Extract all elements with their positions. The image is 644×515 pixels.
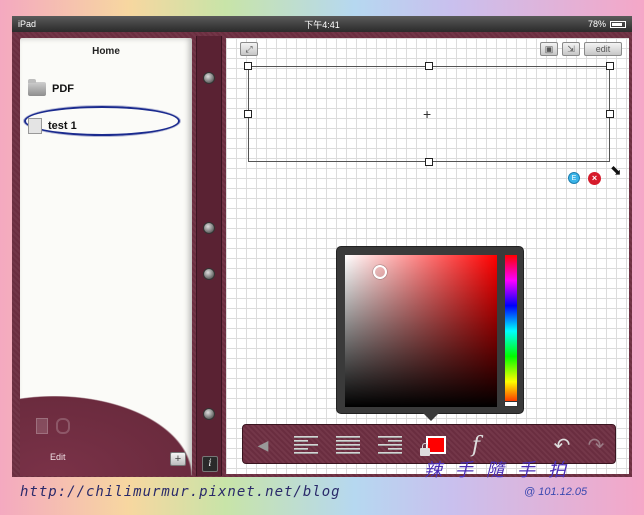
watermark-signature: 辣 手 隨 手 拍	[424, 460, 571, 480]
watermark-url: http://chilimurmur.pixnet.net/blog	[20, 484, 341, 500]
back-icon[interactable]: ◀	[253, 433, 273, 457]
delete-badge-icon[interactable]: ×	[588, 172, 601, 185]
back-arrow: ◀	[257, 436, 269, 453]
file-item-label: test 1	[48, 120, 77, 132]
color-picker-popover	[336, 246, 524, 421]
battery-status: 78%	[588, 19, 626, 29]
hue-slider-knob[interactable]	[504, 401, 518, 407]
bookmark-icon[interactable]	[36, 418, 48, 434]
status-bar: iPad 下午4:41 78%	[12, 16, 632, 32]
binder-ring-icon	[203, 222, 215, 234]
binder-ring-icon	[203, 268, 215, 280]
binder-spine: i	[196, 36, 222, 476]
info-button[interactable]: i	[202, 456, 218, 472]
align-right-icon[interactable]	[375, 433, 405, 457]
folder-icon	[28, 79, 46, 96]
page-title: Home	[92, 46, 120, 57]
clock: 下午4:41	[304, 19, 340, 30]
color-swatch	[420, 436, 446, 456]
bottom-leather-flap: Edit +	[20, 396, 192, 476]
add-file-button[interactable]: +	[170, 452, 186, 466]
saturation-value-area[interactable]	[345, 255, 497, 407]
file-item-test-1[interactable]: test 1	[28, 118, 77, 134]
undo-icon: ↶	[553, 434, 571, 457]
resize-handle[interactable]	[606, 110, 614, 118]
font-button[interactable]: f	[463, 432, 489, 458]
color-cursor[interactable]	[373, 265, 387, 279]
expand-icon[interactable]: ⤢	[240, 42, 258, 56]
align-left-icon[interactable]	[291, 433, 321, 457]
battery-icon	[610, 20, 626, 28]
crosshair-icon: +	[423, 106, 432, 122]
notebook-frame: Home PDF test 1 Edit + i ⤢ ▣ ⇲ edit + ⬊ …	[12, 32, 632, 477]
resize-handle[interactable]	[425, 62, 433, 70]
watermark-date: @ 101.12.05	[524, 486, 588, 498]
export-icon[interactable]: ⇲	[562, 42, 580, 56]
file-item-pdf[interactable]: PDF	[28, 79, 74, 96]
text-box-selection[interactable]: +	[244, 62, 614, 166]
file-browser-page: Home PDF test 1 Edit +	[20, 38, 192, 476]
paperclip-icon[interactable]	[56, 418, 70, 434]
device-name: iPad	[18, 19, 37, 29]
battery-percent: 78%	[587, 19, 606, 29]
resize-handle[interactable]	[244, 110, 252, 118]
resize-handle[interactable]	[244, 62, 252, 70]
image-icon[interactable]: ▣	[540, 42, 558, 56]
redo-icon: ↷	[587, 434, 605, 457]
hue-slider[interactable]	[504, 255, 518, 407]
lock-icon	[420, 443, 430, 456]
file-item-label: PDF	[52, 83, 74, 95]
resize-handle[interactable]	[606, 62, 614, 70]
binder-ring-icon	[203, 408, 215, 420]
document-icon	[28, 118, 42, 134]
edit-button[interactable]: Edit	[50, 452, 66, 462]
resize-arrow-icon[interactable]: ⬊	[610, 162, 622, 179]
redo-button[interactable]: ↷	[583, 433, 609, 457]
resize-handle[interactable]	[425, 158, 433, 166]
align-justify-icon[interactable]	[333, 433, 363, 457]
edit-mode-button[interactable]: edit	[584, 42, 622, 56]
font-icon: f	[471, 432, 481, 458]
binder-ring-icon	[203, 72, 215, 84]
text-color-button[interactable]	[420, 433, 451, 457]
edit-badge-icon[interactable]: E	[568, 172, 580, 184]
undo-button[interactable]: ↶	[549, 433, 575, 457]
